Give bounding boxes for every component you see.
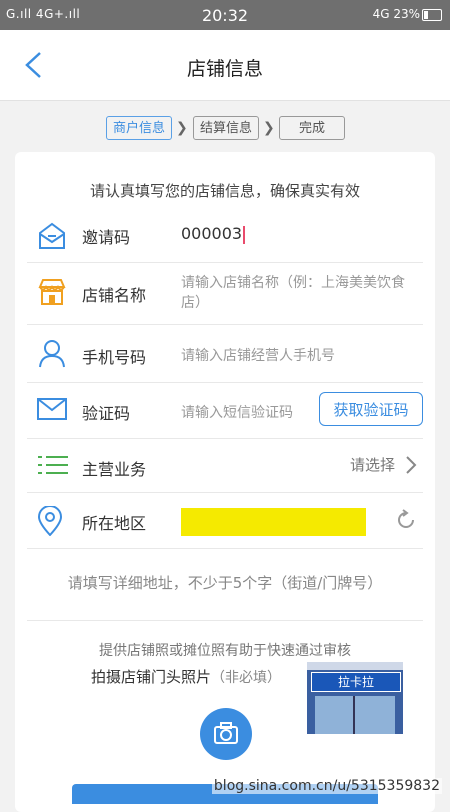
progress-steps: 商户信息 ❯ 结算信息 ❯ 完成 <box>0 116 450 142</box>
location-pin-icon <box>37 506 63 536</box>
watermark: blog.sina.com.cn/u/5315359832 <box>211 778 442 794</box>
business-select[interactable]: 请选择 <box>350 454 395 475</box>
phone-input[interactable]: 请输入店铺经营人手机号 <box>181 345 335 365</box>
store-info-form: 请认真填写您的店铺信息，确保真实有效 邀请码 000003 店铺名称 请输入店铺… <box>15 152 435 812</box>
verify-code-label: 验证码 <box>82 404 131 423</box>
business-row[interactable]: 主营业务 请选择 <box>27 438 423 493</box>
battery-icon <box>422 9 442 21</box>
list-icon <box>38 456 68 474</box>
refresh-location-icon[interactable] <box>395 509 417 531</box>
photo-title: 拍摄店铺门头照片（非必填） <box>91 666 281 687</box>
photo-tip: 提供店铺照或摊位照有助于快速通过审核 <box>99 643 351 659</box>
sample-sky <box>307 662 403 670</box>
photo-optional-text: （非必填） <box>211 670 282 686</box>
camera-button[interactable] <box>200 708 252 760</box>
step-settlement-info: 结算信息 <box>193 116 259 140</box>
step-complete: 完成 <box>279 116 345 140</box>
nav-bar: 店铺信息 <box>0 30 450 101</box>
chevron-right-icon: ❯ <box>263 120 275 136</box>
store-name-label: 店铺名称 <box>82 286 147 305</box>
invite-code-row[interactable]: 邀请码 000003 <box>27 210 423 263</box>
store-name-placeholder-1: 请输入店铺名称（例：上海美美饮食 <box>181 275 405 291</box>
get-code-button[interactable]: 获取验证码 <box>319 392 423 426</box>
camera-icon <box>214 722 238 744</box>
address-input[interactable]: 请填写详细地址，不少于5个字（街道/门牌号） <box>15 572 435 593</box>
invite-code-label: 邀请码 <box>82 228 131 247</box>
shop-envelope-icon <box>39 222 65 249</box>
business-label: 主营业务 <box>82 460 147 479</box>
invite-code-input[interactable]: 000003 <box>181 224 246 244</box>
step-merchant-info: 商户信息 <box>106 116 172 140</box>
storefront-icon <box>38 279 66 305</box>
text-cursor <box>243 225 246 244</box>
sample-glass-door <box>315 696 395 734</box>
sample-storefront-image: 拉卡拉 <box>307 662 403 734</box>
verify-code-input[interactable]: 请输入短信验证码 <box>181 402 293 422</box>
status-bar: G.ıll 4G+.ıll 20:32 4G 23% <box>0 0 450 30</box>
user-icon <box>39 340 65 368</box>
phone-row[interactable]: 手机号码 请输入店铺经营人手机号 <box>27 324 423 383</box>
mail-icon <box>37 398 67 420</box>
chevron-right-icon: ❯ <box>176 120 188 136</box>
store-name-placeholder-2: 店） <box>181 295 209 311</box>
verify-code-row: 验证码 请输入短信验证码 获取验证码 <box>27 382 423 439</box>
page-title: 店铺信息 <box>186 58 263 80</box>
divider <box>27 620 423 621</box>
store-name-input[interactable]: 请输入店铺名称（例：上海美美饮食 店） <box>181 273 405 313</box>
battery-text: 4G 23% <box>372 7 420 21</box>
invite-code-value: 000003 <box>181 224 243 243</box>
sample-door-frame <box>353 696 355 734</box>
region-row[interactable]: 所在地区 <box>27 492 423 549</box>
form-notice: 请认真填写您的店铺信息，确保真实有效 <box>89 182 360 200</box>
photo-title-text: 拍摄店铺门头照片 <box>91 668 212 686</box>
sample-sign: 拉卡拉 <box>311 672 401 692</box>
phone-label: 手机号码 <box>82 348 147 367</box>
region-label: 所在地区 <box>82 514 147 533</box>
chevron-right-icon <box>406 456 417 474</box>
region-value-highlight[interactable] <box>181 508 366 536</box>
store-name-row[interactable]: 店铺名称 请输入店铺名称（例：上海美美饮食 店） <box>27 262 423 325</box>
